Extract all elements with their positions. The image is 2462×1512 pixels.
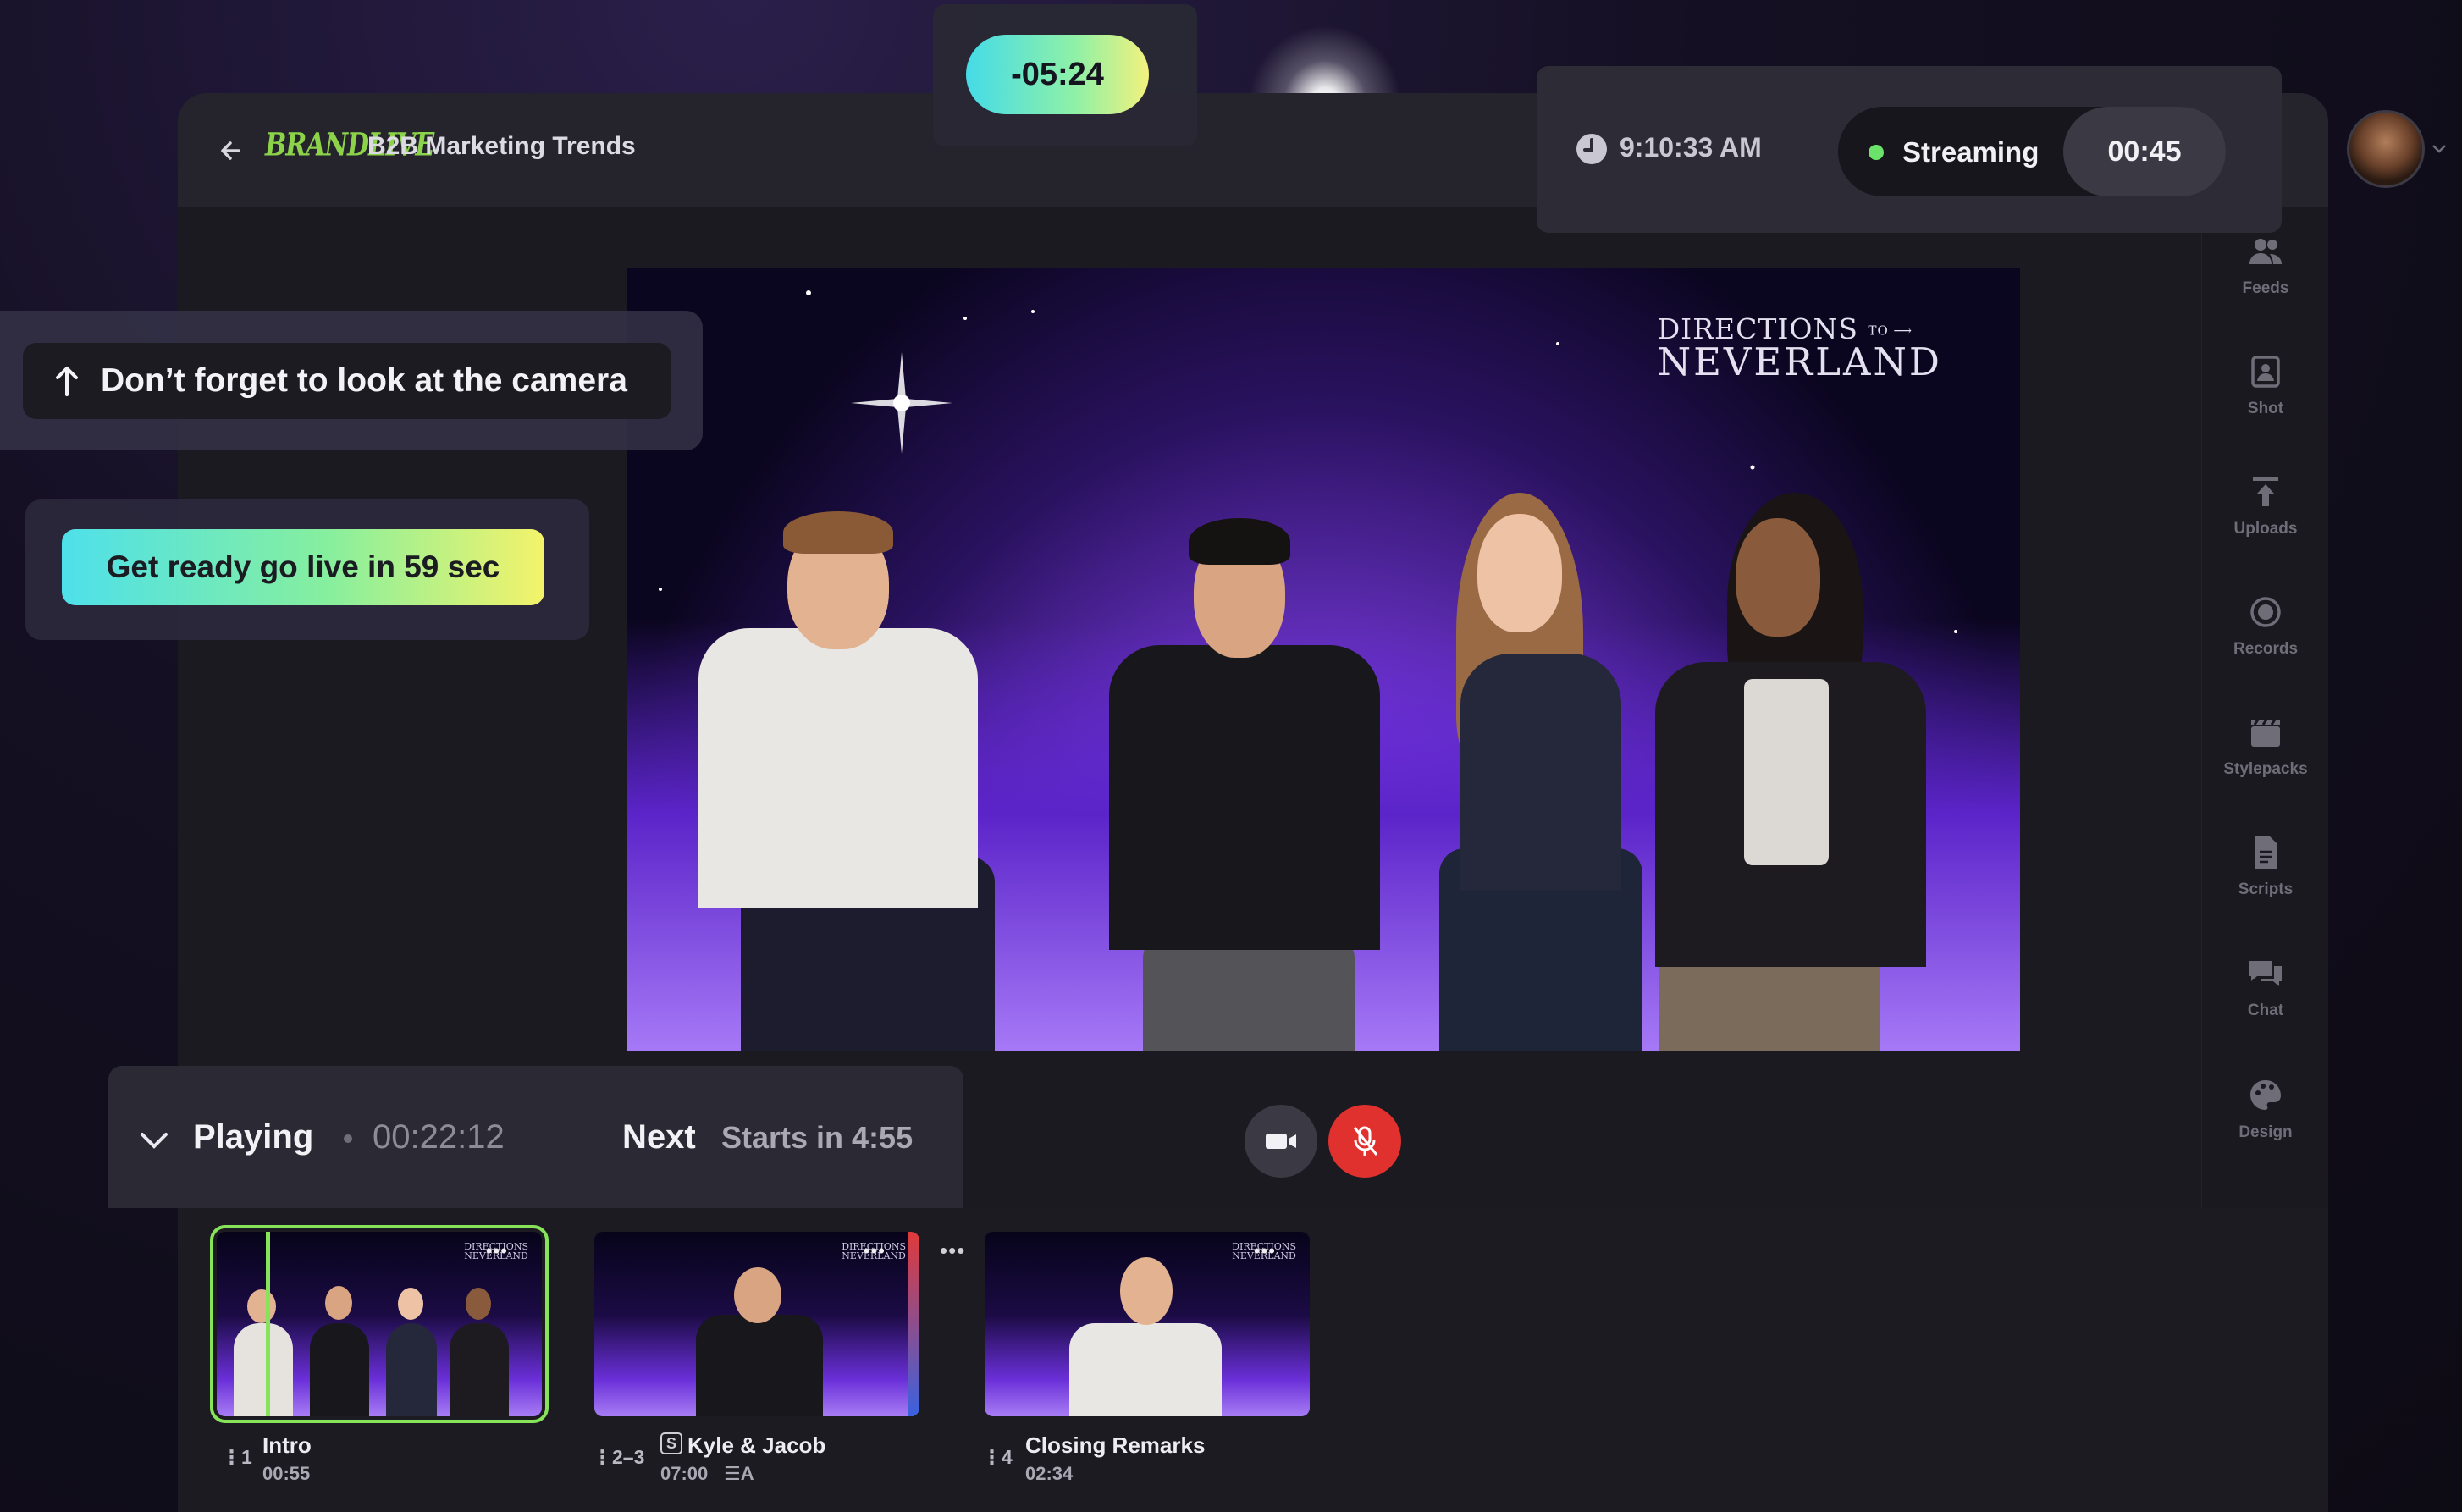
upload-icon: [2253, 477, 2278, 506]
separator-dot: [344, 1134, 352, 1143]
segment-number: ⋮1: [222, 1446, 252, 1468]
program-video: DIRECTIONS TO ⟶ NEVERLAND: [627, 268, 2020, 1051]
reminder-banner: Don’t forget to look at the camera: [0, 311, 703, 450]
watermark-to: TO: [1868, 323, 1889, 339]
more-icon[interactable]: •••: [1254, 1242, 1276, 1261]
more-options-icon[interactable]: •••: [940, 1238, 965, 1264]
segment-number: ⋮4: [982, 1446, 1013, 1468]
segment-duration: 00:55: [262, 1463, 311, 1484]
playing-elapsed: 00:22:12: [373, 1118, 505, 1156]
sidebar-item-label: Stylepacks: [2223, 760, 2308, 778]
show-watermark: DIRECTIONS TO ⟶ NEVERLAND: [1657, 312, 1942, 384]
script-badge-icon: S: [660, 1432, 682, 1454]
more-icon[interactable]: •••: [864, 1242, 886, 1261]
document-icon: [2255, 836, 2277, 869]
segment-name: Kyle & Jacob: [687, 1432, 826, 1458]
host-person-4: [1634, 459, 1947, 1051]
segment-thumbnail[interactable]: DIRECTIONS NEVERLAND •••: [985, 1232, 1310, 1416]
playhead-marker[interactable]: [266, 1232, 270, 1416]
record-icon: [2250, 597, 2281, 627]
mic-toggle-button[interactable]: [1328, 1105, 1401, 1178]
chat-icon: [2249, 961, 2282, 986]
sidebar-item-label: Feeds: [2242, 279, 2289, 297]
palette-icon: [2250, 1080, 2281, 1110]
segment-name: Closing Remarks: [1025, 1432, 1206, 1458]
user-avatar[interactable]: [2347, 110, 2425, 188]
segment-number: ⋮2–3: [593, 1446, 645, 1468]
next-label: Next: [622, 1118, 696, 1156]
sidebar-item-chat[interactable]: Chat: [2202, 942, 2328, 1044]
clock-time: 9:10:33 AM: [1620, 132, 1762, 163]
reminder-card: Don’t forget to look at the camera: [23, 343, 671, 419]
streaming-label: Streaming: [1902, 136, 2040, 168]
arrow-up-icon: [56, 367, 78, 396]
segment-thumbnail[interactable]: DIRECTIONS NEVERLAND •••: [594, 1232, 919, 1416]
segment-duration: 07:00: [660, 1463, 709, 1484]
sidebar-item-label: Scripts: [2238, 880, 2294, 898]
reminder-text: Don’t forget to look at the camera: [101, 362, 627, 399]
countdown-panel: -05:24: [933, 4, 1197, 146]
playing-label: Playing: [193, 1118, 314, 1156]
segment-thumbnail[interactable]: DIRECTIONS NEVERLAND •••: [210, 1225, 549, 1423]
host-person-3: [1414, 459, 1668, 1051]
sidebar-item-label: Chat: [2247, 1002, 2284, 1019]
sidebar-item-design[interactable]: Design: [2202, 1064, 2328, 1166]
sidebar-item-stylepacks[interactable]: Stylepacks: [2202, 701, 2328, 803]
clock-icon: [1576, 134, 1607, 164]
playback-bar: Playing 00:22:12 Next Starts in 4:55: [108, 1066, 963, 1208]
sidebar-item-scripts[interactable]: Scripts: [2202, 821, 2328, 923]
mic-muted-icon: [1353, 1126, 1378, 1156]
chevron-down-icon[interactable]: [139, 1125, 169, 1156]
next-starts-in: Starts in 4:55: [721, 1120, 914, 1155]
watermark-line-2: NEVERLAND: [1657, 339, 1942, 384]
sidebar-item-label: Uploads: [2233, 520, 2298, 538]
back-arrow-icon[interactable]: [212, 130, 252, 171]
clapper-icon: [2251, 719, 2280, 747]
chevron-down-icon[interactable]: [2430, 139, 2448, 157]
segment-countdown: -05:24: [966, 35, 1149, 114]
shot-icon: [2251, 356, 2280, 388]
status-panel: 9:10:33 AM Streaming 00:45: [1537, 66, 2282, 233]
streaming-status[interactable]: Streaming 00:45: [1838, 107, 2226, 196]
event-title: B2B Marketing Trends: [367, 132, 636, 160]
segment-duration: 02:34: [1025, 1463, 1074, 1484]
live-indicator-dot: [1869, 145, 1884, 160]
sidebar-item-label: Shot: [2247, 400, 2284, 417]
sidebar-item-label: Design: [2238, 1123, 2293, 1141]
sidebar-item-label: Records: [2233, 640, 2299, 658]
stream-elapsed: 00:45: [2063, 107, 2226, 196]
more-icon[interactable]: •••: [486, 1242, 508, 1261]
transcript-icon: ☰A: [724, 1463, 754, 1484]
sidebar-item-records[interactable]: Records: [2202, 581, 2328, 682]
sidebar-item-uploads[interactable]: Uploads: [2202, 461, 2328, 562]
sidebar-item-feeds[interactable]: Feeds: [2202, 220, 2328, 322]
host-person-2: [1101, 459, 1388, 1051]
people-icon: [2249, 239, 2282, 264]
host-person-1: [665, 459, 1020, 1051]
sidebar-item-shot[interactable]: Shot: [2202, 340, 2328, 442]
camera-toggle-button[interactable]: [1245, 1105, 1317, 1178]
camera-icon: [1266, 1134, 1296, 1149]
segment-name: Intro: [262, 1432, 312, 1458]
golive-notice: Get ready go live in 59 sec: [25, 499, 589, 640]
golive-pill: Get ready go live in 59 sec: [62, 529, 544, 605]
